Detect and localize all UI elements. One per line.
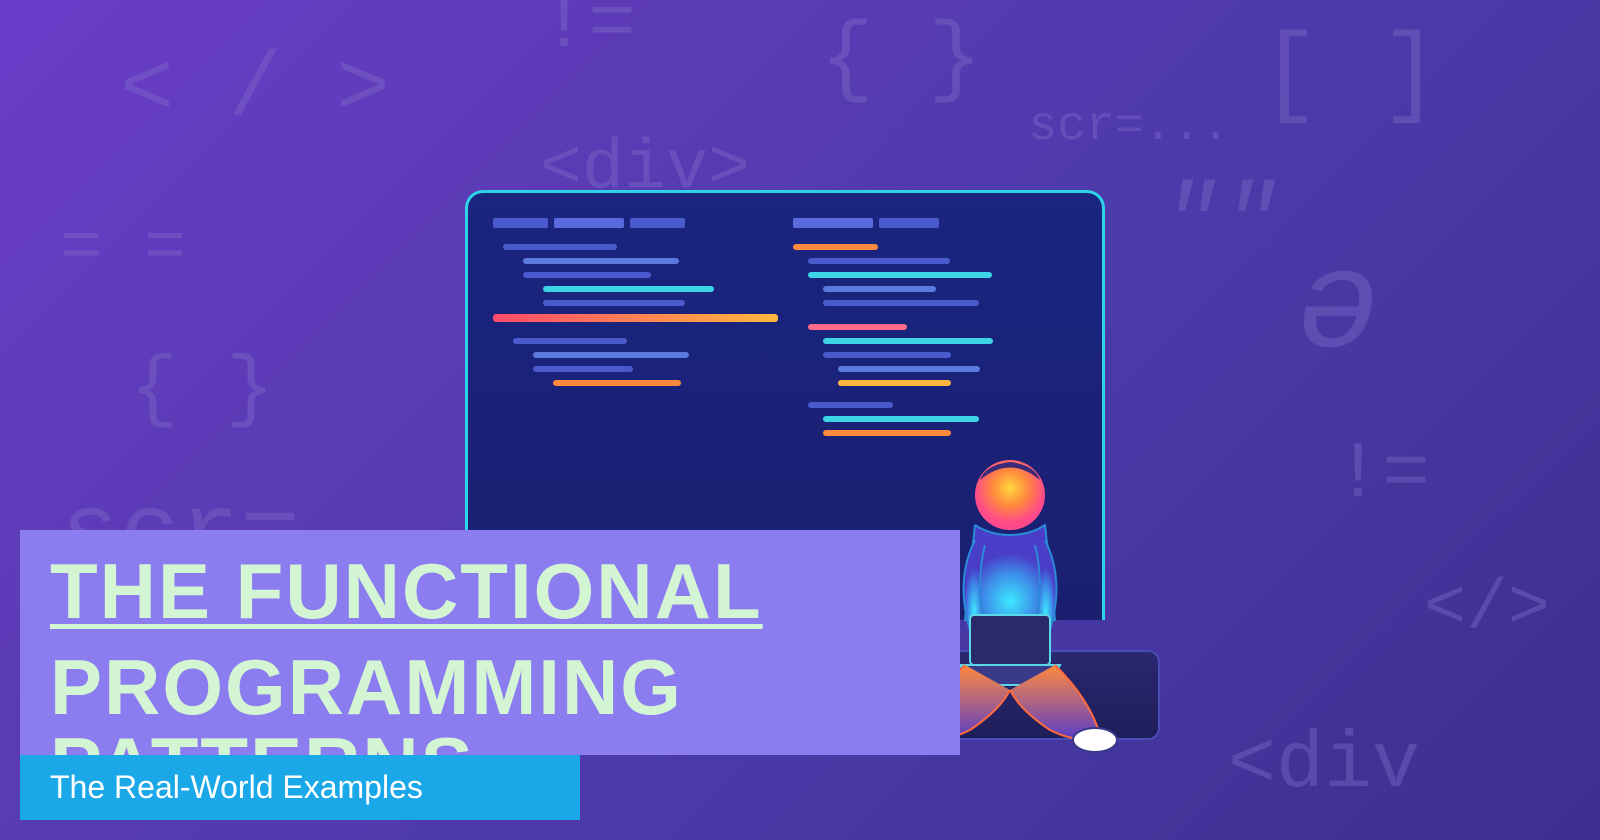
bg-text-bracket: [ ] bbox=[1260, 20, 1440, 133]
subtitle-text: The Real-World Examples bbox=[50, 769, 423, 806]
bg-text-divclose: <div bbox=[1228, 720, 1420, 811]
bg-text-brace2: { } bbox=[130, 345, 274, 436]
bg-text-equals: = = bbox=[60, 210, 186, 289]
title-line-1: THE FUNCTIONAL bbox=[50, 552, 930, 630]
bg-text-partial: ə bbox=[1296, 230, 1380, 389]
title-card: THE FUNCTIONAL PROGRAMMING PATTERNS bbox=[20, 530, 960, 755]
bg-text-bang: != bbox=[540, 0, 636, 71]
bg-text-brace1: { } bbox=[820, 10, 982, 112]
bg-text-closetag2: </> bbox=[1424, 570, 1550, 649]
bg-text-quotes: "" bbox=[1160, 170, 1280, 283]
bg-text-scr1: scr=... bbox=[1028, 100, 1230, 154]
bg-text-bang2: != bbox=[1334, 430, 1430, 521]
subtitle-card: The Real-World Examples bbox=[20, 755, 580, 820]
bg-text-closetag: < / > bbox=[120, 40, 390, 142]
